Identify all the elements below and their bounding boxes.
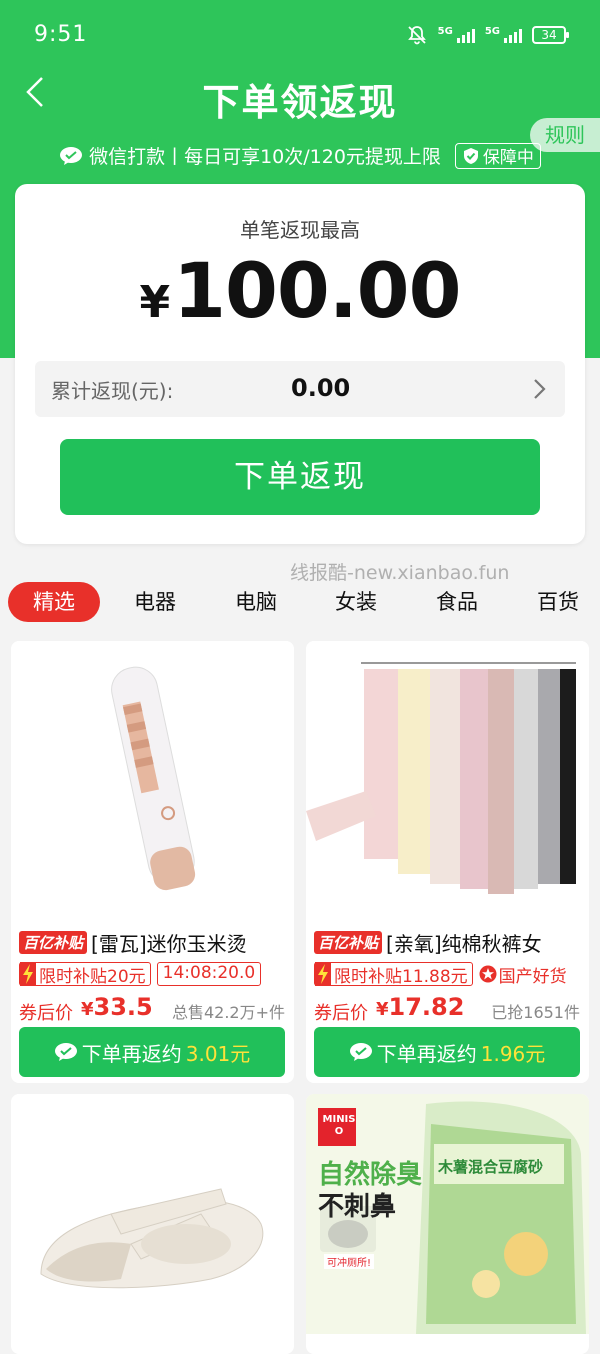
status-icons: 5G 5G 34 [406,24,569,46]
price-label: 券后价 [314,1003,368,1024]
product-title: 百亿补贴 [亲氧]纯棉秋裤女 [314,927,584,957]
rebate-button[interactable]: 下单再返约 1.96元 [314,1027,580,1077]
status-bar: 9:51 5G 5G 34 [0,0,600,70]
cumulative-cashback-row[interactable]: 累计返现(元): 0.00 [35,361,565,417]
product-card[interactable]: 百亿补贴 [亲氧]纯棉秋裤女 限时补贴11.88元 国产好货 券后价 ¥17.8… [306,641,589,1083]
limited-subsidy-tag: 限时补贴11.88元 [314,962,473,987]
ad-note: 可冲厕所! [324,1254,375,1269]
currency-symbol: ¥ [139,277,171,328]
ad-subheadline: 不刺鼻 [318,1192,397,1222]
product-name: [亲氧]纯棉秋裤女 [386,931,542,956]
promo-row: 限时补贴11.88元 国产好货 [314,961,567,987]
product-card[interactable]: 百亿补贴 [雷瓦]迷你玉米烫 限时补贴20元 14:08:20.0 券后价 ¥3… [11,641,294,1083]
wechat-icon [60,146,83,165]
tab-general[interactable]: 百货 [528,582,588,622]
lightning-icon [315,962,331,986]
cumulative-value: 0.00 [291,374,351,402]
tab-appliances[interactable]: 电器 [125,582,185,622]
star-icon [479,965,497,983]
product-name: [雷瓦]迷你玉米烫 [91,931,247,956]
signal-icon: 5G [485,27,522,43]
order-cashback-button[interactable]: 下单返现 [60,439,540,515]
product-title: 百亿补贴 [雷瓦]迷你玉米烫 [19,927,289,957]
wechat-icon [349,1043,372,1061]
tab-womenswear[interactable]: 女装 [326,582,386,622]
chevron-right-icon [534,379,546,399]
product-image [306,641,589,921]
countdown-timer: 14:08:20.0 [156,962,262,986]
price-label: 券后价 [19,1003,73,1024]
lightning-icon [20,962,36,986]
product-image [11,1094,294,1334]
max-cashback-label: 单笔返现最高 [240,218,360,242]
signal-icon: 5G [438,27,475,43]
category-tabs: 精选 电器 电脑 女装 食品 百货 [0,582,600,624]
tab-computers[interactable]: 电脑 [226,582,286,622]
shield-check-icon [463,147,478,164]
amount-value: 100.00 [173,246,461,335]
payout-info: 微信打款丨每日可享10次/120元提现上限 保障中 [0,142,600,169]
tab-food[interactable]: 食品 [427,582,487,622]
product-card[interactable] [11,1094,294,1354]
watermark: 线报酷-new.xianbao.fun [290,562,510,584]
price-row: 券后价 ¥33.5 总售42.2万+件 [19,993,285,1027]
price-row: 券后价 ¥17.82 已抢1651件 [314,993,580,1027]
guarantee-badge[interactable]: 保障中 [454,142,541,169]
payout-text: 微信打款丨每日可享10次/120元提现上限 [89,146,441,168]
max-cashback-amount: ¥100.00 [15,246,585,335]
subsidy-badge: 百亿补贴 [19,930,88,954]
subsidy-badge: 百亿补贴 [314,930,383,954]
cashback-card: 单笔返现最高 ¥100.00 累计返现(元): 0.00 下单返现 [15,184,585,544]
battery-icon: 34 [532,26,569,44]
tab-featured[interactable]: 精选 [8,582,100,622]
promo-row: 限时补贴20元 14:08:20.0 [19,961,262,987]
mute-bell-icon [407,26,426,45]
price: ¥33.5 [81,993,153,1021]
sales-count: 总售42.2万+件 [171,1003,285,1022]
sales-count: 已抢1651件 [491,1003,580,1022]
page-title: 下单领返现 [202,81,398,124]
brand-logo: MINISO [322,1114,356,1137]
rebate-button[interactable]: 下单再返约 3.01元 [19,1027,285,1077]
limited-subsidy-tag: 限时补贴20元 [19,962,151,987]
domestic-goods-tag: 国产好货 [479,962,567,987]
ad-pack-text: 木薯混合豆腐砂 [438,1158,544,1176]
status-time: 9:51 [34,22,88,47]
price: ¥17.82 [376,993,465,1021]
wechat-icon [54,1043,77,1061]
product-image [11,641,294,921]
product-card[interactable]: MINISO 自然除臭 不刺鼻 木薯混合豆腐砂 可冲厕所! [306,1094,589,1354]
cumulative-label: 累计返现(元): [51,379,174,403]
